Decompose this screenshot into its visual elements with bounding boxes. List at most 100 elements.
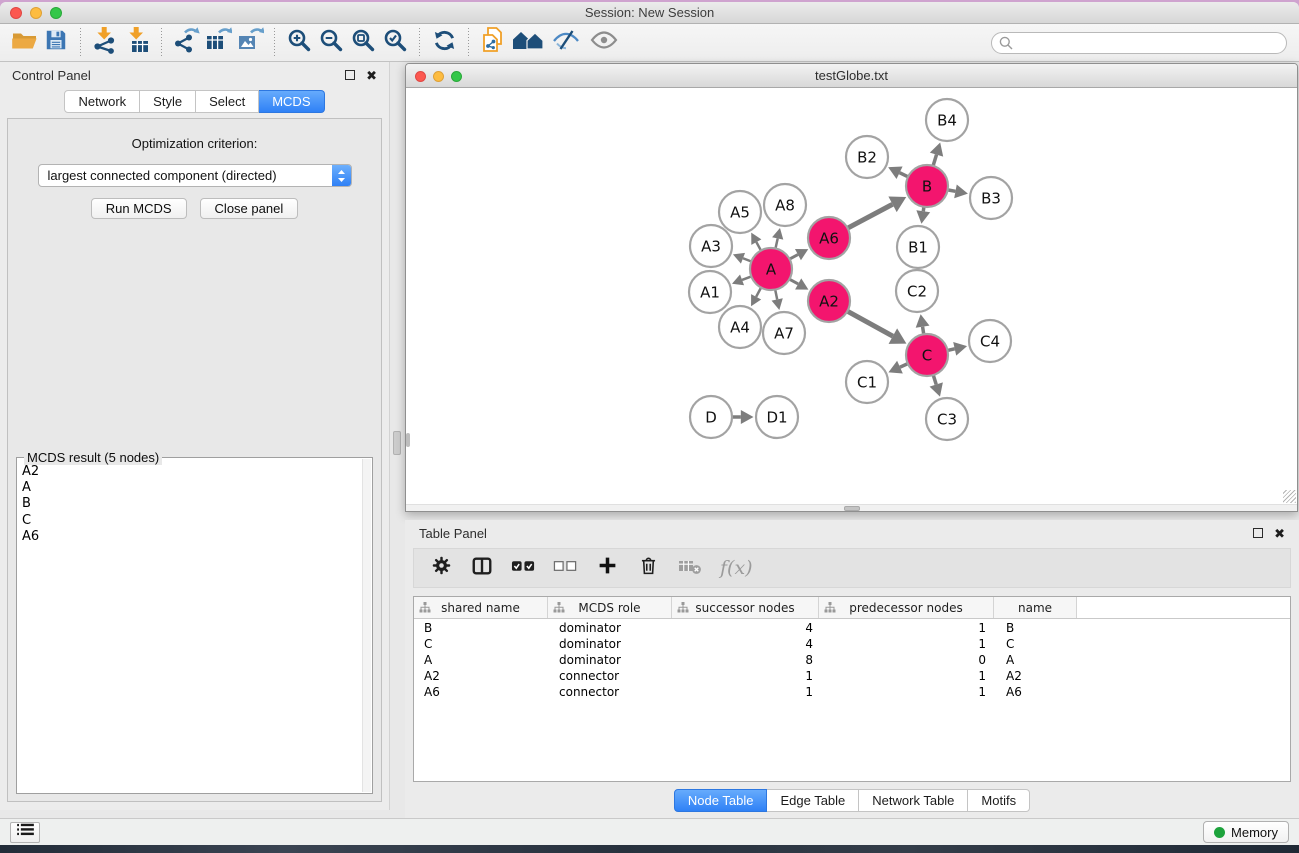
graph-edge-C-C3[interactable]: [933, 375, 936, 384]
zoom-window-button[interactable]: [50, 7, 62, 19]
graph-edge-C-C4[interactable]: [947, 349, 954, 351]
graph-arrowhead: [953, 342, 967, 356]
column-header-mcds-role[interactable]: MCDS role: [548, 597, 672, 618]
list-icon: [17, 823, 34, 841]
table-settings-button[interactable]: [429, 555, 453, 581]
float-panel-icon[interactable]: [345, 70, 355, 80]
show-columns-button[interactable]: [470, 555, 494, 582]
copy-network-view-button[interactable]: [477, 27, 509, 59]
run-mcds-button[interactable]: Run MCDS: [91, 198, 187, 219]
select-all-button[interactable]: [511, 556, 536, 581]
tab-mcds[interactable]: MCDS: [259, 90, 324, 113]
open-session-button[interactable]: [8, 27, 40, 59]
criterion-select[interactable]: largest connected component (directed): [38, 164, 352, 187]
graph-edge-A-A3[interactable]: [743, 258, 751, 261]
tab-style[interactable]: Style: [140, 90, 196, 113]
graph-edge-A-A2[interactable]: [789, 279, 798, 284]
tab-node-table[interactable]: Node Table: [674, 789, 768, 812]
graph-edge-B-B4[interactable]: [933, 155, 936, 166]
graph-edge-A-A5[interactable]: [756, 242, 761, 250]
network-graph[interactable]: B4B2BB3A8A5A6A3B1AC2A1A2A4A7C4CC1DD1C3: [406, 88, 1297, 504]
close-network-button[interactable]: [415, 71, 426, 82]
cell-predecessor: 0: [819, 652, 994, 668]
network-canvas[interactable]: B4B2BB3A8A5A6A3B1AC2A1A2A4A7C4CC1DD1C3: [406, 88, 1297, 511]
column-header-name[interactable]: name: [994, 597, 1077, 618]
deselect-all-button[interactable]: [553, 556, 578, 581]
import-network-button[interactable]: [89, 27, 121, 59]
export-image-button[interactable]: [234, 27, 266, 59]
result-item[interactable]: B: [20, 496, 360, 512]
tab-select[interactable]: Select: [196, 90, 259, 113]
app-titlebar: Session: New Session: [0, 2, 1299, 24]
table-row[interactable]: A6connector11A6: [414, 684, 1290, 700]
minimize-window-button[interactable]: [30, 7, 42, 19]
graph-edge-B-B2[interactable]: [900, 173, 909, 177]
zoom-network-button[interactable]: [451, 71, 462, 82]
zoom-fit-button[interactable]: [347, 27, 379, 59]
close-panel-button[interactable]: Close panel: [200, 198, 299, 219]
memory-button[interactable]: Memory: [1203, 821, 1289, 843]
graph-edge-A6-B[interactable]: [848, 204, 893, 228]
tab-motifs[interactable]: Motifs: [968, 789, 1030, 812]
refresh-layout-button[interactable]: [428, 27, 460, 59]
graph-edge-A-A1[interactable]: [742, 276, 751, 280]
table-row[interactable]: Cdominator41C: [414, 636, 1290, 652]
result-item[interactable]: A: [20, 480, 360, 496]
search-input[interactable]: [991, 32, 1287, 54]
minimize-network-button[interactable]: [433, 71, 444, 82]
close-table-panel-icon[interactable]: ✖: [1274, 527, 1285, 540]
columns-icon: [471, 555, 493, 582]
show-graphics-details-button[interactable]: [585, 27, 623, 59]
zoom-out-button[interactable]: [315, 27, 347, 59]
column-header-predecessor-nodes[interactable]: predecessor nodes: [819, 597, 994, 618]
graph-edge-A-A8[interactable]: [775, 238, 777, 248]
tab-network[interactable]: Network: [64, 90, 140, 113]
float-table-panel-icon[interactable]: [1253, 528, 1263, 538]
resize-grip-icon[interactable]: [1283, 490, 1296, 503]
zoom-selected-button[interactable]: [379, 27, 411, 59]
column-header-successor-nodes[interactable]: successor nodes: [672, 597, 819, 618]
graph-edge-C-C1[interactable]: [900, 364, 908, 368]
graph-edge-C-C2[interactable]: [923, 327, 924, 335]
mcds-panel-body: Optimization criterion: largest connecte…: [7, 118, 382, 802]
split-divider-vertical[interactable]: [390, 62, 405, 818]
horizontal-scroll-thumb[interactable]: [844, 506, 860, 511]
column-header-shared-name[interactable]: shared name: [414, 597, 548, 618]
table-row[interactable]: A2connector11A2: [414, 668, 1290, 684]
close-panel-icon[interactable]: ✖: [366, 69, 377, 82]
graph-edge-A-A6[interactable]: [790, 255, 798, 260]
export-table-button[interactable]: [202, 27, 234, 59]
hide-graphics-details-button[interactable]: [547, 27, 585, 59]
table-row[interactable]: Bdominator41B: [414, 620, 1290, 636]
task-history-button[interactable]: [10, 822, 40, 843]
table-row[interactable]: Adominator80A: [414, 652, 1290, 668]
function-builder-button[interactable]: f(x): [720, 557, 753, 579]
zoom-in-button[interactable]: [283, 27, 315, 59]
save-session-button[interactable]: [40, 27, 72, 59]
import-table-button[interactable]: [121, 27, 153, 59]
tab-network-table[interactable]: Network Table: [859, 789, 968, 812]
home-view-button[interactable]: [509, 27, 547, 59]
export-network-button[interactable]: [170, 27, 202, 59]
close-window-button[interactable]: [10, 7, 22, 19]
vertical-scroll-thumb[interactable]: [406, 433, 410, 447]
graph-edge-A-A7[interactable]: [775, 290, 777, 300]
result-item[interactable]: C: [20, 513, 360, 529]
zoom-fit-icon: [350, 27, 376, 58]
graph-node-label-A7: A7: [774, 325, 794, 343]
delete-table-button[interactable]: [677, 555, 703, 582]
result-item[interactable]: A2: [20, 464, 360, 480]
tab-edge-table[interactable]: Edge Table: [767, 789, 859, 812]
graph-edge-A-A4[interactable]: [756, 288, 761, 297]
delete-column-button[interactable]: [636, 555, 660, 581]
graph-edge-A2-C[interactable]: [847, 311, 892, 336]
graph-edge-B-B3[interactable]: [948, 190, 956, 191]
column-model-icon: [677, 602, 689, 616]
graph-node-label-C: C: [922, 347, 932, 365]
result-item[interactable]: A6: [20, 529, 360, 545]
split-divider-handle[interactable]: [393, 431, 401, 455]
horizontal-scrollbar[interactable]: [406, 504, 1297, 511]
select-stepper-icon: [332, 165, 351, 186]
create-column-button[interactable]: [595, 555, 619, 581]
result-scrollbar[interactable]: [362, 459, 371, 792]
